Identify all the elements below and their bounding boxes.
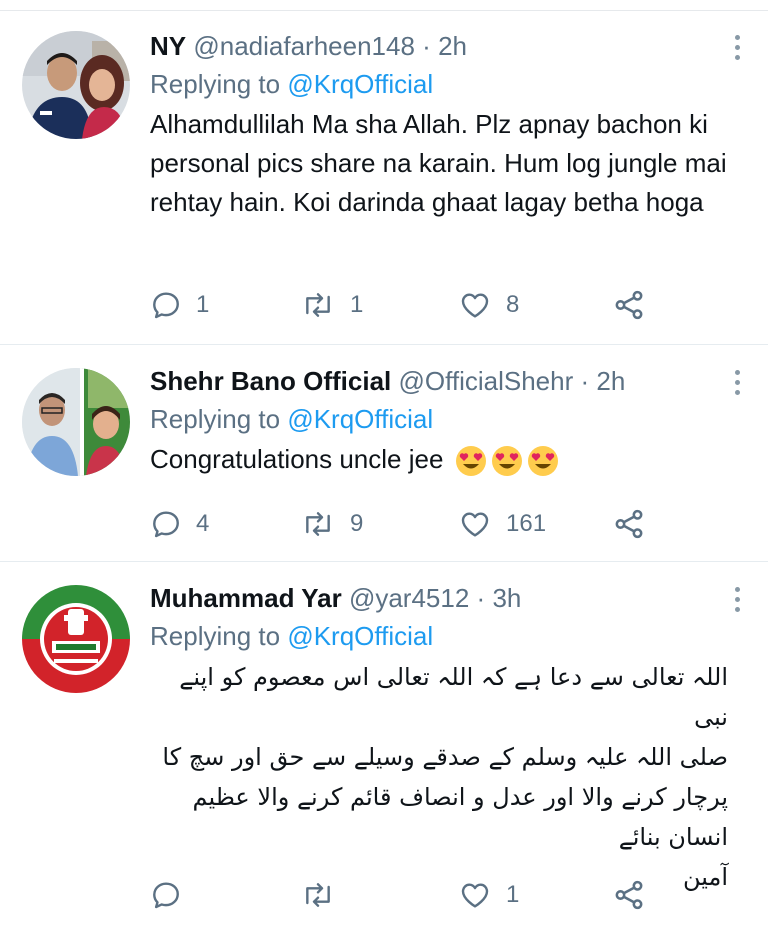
avatar-shehr-bano[interactable] [22,368,130,476]
reply-icon [153,292,179,319]
more-options-icon[interactable] [734,587,742,617]
author-name[interactable]: Shehr Bano Official [150,366,391,396]
retweet-button[interactable]: 9 [300,506,363,542]
retweet-icon [306,883,330,907]
retweet-icon [306,512,330,536]
heart-eyes-emoji-icon [527,446,558,477]
mention-link[interactable]: @KrqOfficial [287,621,433,651]
separator-dot: · [422,31,431,61]
like-button[interactable]: 1 [458,877,519,913]
reply-count: 1 [196,291,210,318]
separator-dot: · [580,366,590,396]
heart-eyes-emoji-icon [455,446,486,477]
reply-button[interactable]: 1 [150,287,209,323]
tweet-text: Alhamdullilah Ma sha Allah. Plz apnay ba… [150,109,727,217]
like-count: 1 [506,881,520,908]
tweet-header: NY @nadiafarheen148 · 2h [150,29,728,63]
like-icon [461,512,489,537]
replying-to-label: Replying to [150,404,281,434]
tweet-text-line: پرچار کرنے والا اور عدل و انصاف قائم کرن… [192,783,728,811]
like-icon [461,883,489,908]
more-options-icon[interactable] [734,35,742,65]
share-icon [615,880,643,910]
tweet-text: Congratulations uncle jee [150,444,444,474]
tweet-text-line: انسان بنائے [618,823,728,851]
tweet-header: Muhammad Yar @yar4512 · 3h [150,581,728,615]
like-button[interactable]: 161 [458,506,546,542]
author-handle[interactable]: @OfficialShehr [399,366,574,396]
tweet-timestamp[interactable]: 3h [492,583,521,613]
tweet-timestamp[interactable]: 2h [596,366,625,396]
tweet-header: Shehr Bano Official @OfficialShehr · 2h [150,364,728,398]
replying-to-line: Replying to @KrqOfficial [150,67,728,101]
mention-link[interactable]: @KrqOfficial [287,404,433,434]
avatar-ny[interactable] [22,31,130,139]
reply-icon [153,882,179,909]
retweet-icon [306,293,330,317]
avatar-muhammad-yar[interactable] [22,585,130,693]
author-name[interactable]: NY [150,31,186,61]
reply-count: 4 [196,510,210,537]
author-handle[interactable]: @nadiafarheen148 [193,31,415,61]
share-button[interactable] [612,506,646,542]
heart-eyes-emoji-icon [491,446,522,477]
retweet-button[interactable]: 1 [300,287,363,323]
reply-icon [153,511,179,538]
replying-to-label: Replying to [150,69,281,99]
share-icon [615,290,643,320]
tweet-text-line: صلی اللہ علیہ وسلم کے صدقے وسیلے سے حق ا… [162,743,728,771]
reply-button[interactable] [150,877,196,913]
like-icon [461,293,489,318]
like-button[interactable]: 8 [458,287,519,323]
more-options-icon[interactable] [734,370,742,400]
tweet-text: اللہ تعالی سے دعا ہے کہ اللہ تعالی اس مع… [150,657,728,897]
top-divider [0,0,768,11]
separator-dot: · [476,583,486,613]
tweet-text-line: Congratulations uncle jee [150,440,728,479]
share-icon [615,509,643,539]
reply-feed: NY @nadiafarheen148 · 2h Replying to @Kr… [0,0,768,932]
share-button[interactable] [612,287,646,323]
tweet-actions: 1 1 8 [150,287,670,323]
tweet-text-line: اللہ تعالی سے دعا ہے کہ اللہ تعالی اس مع… [179,663,728,731]
retweet-button[interactable] [300,877,350,913]
mention-link[interactable]: @KrqOfficial [287,69,433,99]
retweet-count: 1 [350,291,364,318]
replying-to-label: Replying to [150,621,281,651]
author-handle[interactable]: @yar4512 [349,583,469,613]
tweet-card-muhammad-yar[interactable]: Muhammad Yar @yar4512 · 3h Replying to @… [0,563,768,932]
tweet-timestamp[interactable]: 2h [438,31,467,61]
share-button[interactable] [612,877,646,913]
tweet-card-shehr-bano[interactable]: Shehr Bano Official @OfficialShehr · 2h … [0,346,768,562]
tweet-actions: 4 9 161 [150,506,670,542]
like-count: 161 [506,510,547,537]
replying-to-line: Replying to @KrqOfficial [150,619,728,653]
tweet-actions: 1 [150,877,670,913]
retweet-count: 9 [350,510,364,537]
reply-button[interactable]: 4 [150,506,209,542]
author-name[interactable]: Muhammad Yar [150,583,342,613]
replying-to-line: Replying to @KrqOfficial [150,402,728,436]
tweet-card-ny[interactable]: NY @nadiafarheen148 · 2h Replying to @Kr… [0,11,768,345]
like-count: 8 [506,291,520,318]
